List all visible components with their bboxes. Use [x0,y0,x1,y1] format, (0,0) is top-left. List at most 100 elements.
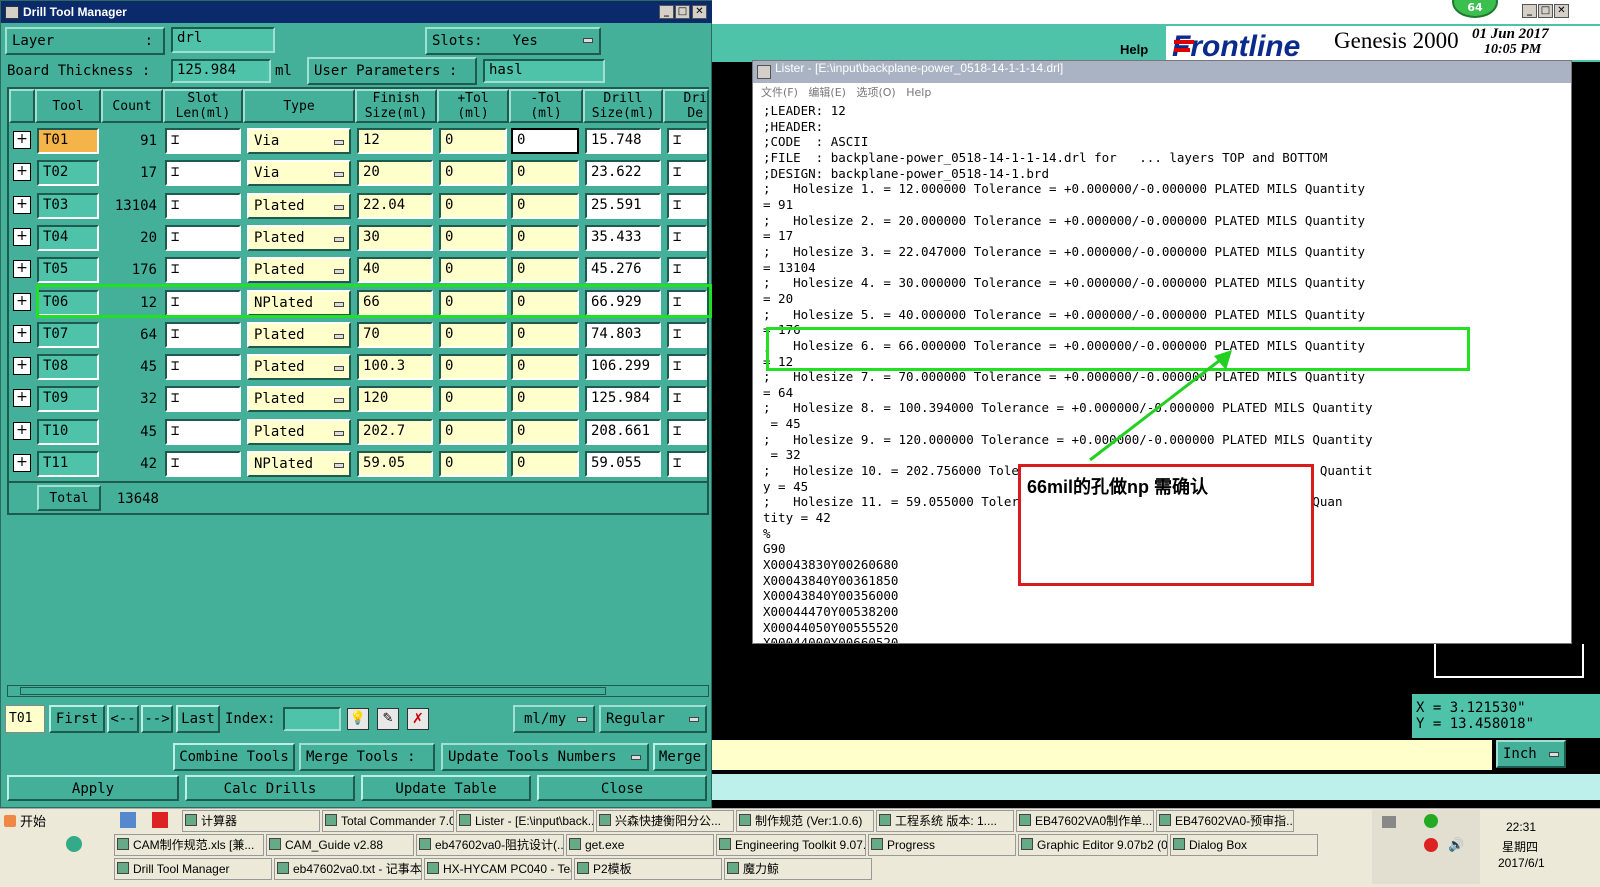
volume-icon[interactable]: 🔊 [1448,838,1464,853]
type-dropdown[interactable]: NPlated [247,451,351,477]
help-menu[interactable]: Help [1120,42,1148,57]
clock-time[interactable]: 22:31 [1506,820,1536,834]
finish-size-input[interactable]: 22.04 [357,192,433,219]
expand-icon[interactable]: + [13,389,31,408]
slot-len-input[interactable]: ⌶ [165,418,241,445]
table-row[interactable]: + T10 45 ⌶ Plated 202.7 0 0 208.661 ⌶ [9,416,709,448]
quick-launch-icon[interactable] [120,812,136,828]
drill-size-input[interactable]: 125.984 [585,386,661,413]
expand-icon[interactable]: + [13,163,31,182]
prev-button[interactable]: <-- [107,705,139,733]
minus-tol-input[interactable]: 0 [511,321,579,348]
drill-depth-input[interactable]: ⌶ [667,257,707,284]
drill-depth-input[interactable]: ⌶ [667,451,707,477]
edit-icon[interactable]: ✎ [377,708,399,730]
expand-icon[interactable]: + [13,454,31,472]
pdf-icon[interactable] [152,812,168,828]
expand-icon[interactable]: + [13,131,31,149]
type-dropdown[interactable]: Via [247,160,351,187]
genesis-close-button[interactable]: ✕ [1554,4,1569,18]
close-window-button[interactable]: ✕ [692,5,707,19]
expand-icon[interactable]: + [13,292,31,311]
taskbar-button[interactable]: EB47602VA0制作单.... [1016,810,1154,832]
tool-cell[interactable]: T01 [37,128,99,154]
table-row[interactable]: + T11 42 ⌶ NPlated 59.05 0 0 59.055 ⌶ [9,448,709,480]
menu-options[interactable]: 选项(O) [856,86,895,99]
calc-drills-button[interactable]: Calc Drills [185,775,355,801]
drill-size-input[interactable]: 45.276 [585,257,661,284]
taskbar-button[interactable]: CAM_Guide v2.88 [266,834,414,856]
keyboard-icon[interactable] [1382,816,1396,828]
delete-icon[interactable]: ✗ [407,708,429,730]
drill-depth-input[interactable]: ⌶ [667,418,707,445]
finish-size-input[interactable]: 30 [357,224,433,251]
drill-depth-input[interactable]: ⌶ [667,224,707,251]
menu-file[interactable]: 文件(F) [761,86,798,99]
type-dropdown[interactable]: Plated [247,386,351,413]
slot-len-input[interactable]: ⌶ [165,386,241,413]
tool-cell[interactable]: T11 [37,451,99,477]
type-dropdown[interactable]: Plated [247,354,351,381]
expand-icon[interactable]: + [13,195,31,214]
minus-tol-input[interactable]: 0 [511,451,579,477]
drill-size-input[interactable]: 35.433 [585,224,661,251]
taskbar-button[interactable]: 魔力鲸 [724,858,872,880]
table-row[interactable]: + T04 20 ⌶ Plated 30 0 0 35.433 ⌶ [9,222,709,254]
taskbar-button[interactable]: eb47602va0-阻抗设计(... [416,834,564,856]
tray-icon[interactable] [1424,838,1438,852]
minus-tol-input[interactable]: 0 [511,257,579,284]
minimize-button[interactable]: _ [659,5,674,19]
plus-tol-input[interactable]: 0 [439,192,507,219]
taskbar-button[interactable]: get.exe [566,834,714,856]
taskbar-button[interactable]: Engineering Toolkit 9.07... [716,834,866,856]
tool-cell[interactable]: T10 [37,418,99,445]
minus-tol-input[interactable]: 0 [511,160,579,187]
quick-launch-icon[interactable] [66,836,82,852]
units-selector[interactable]: ml/my [513,705,595,733]
drill-depth-input[interactable]: ⌶ [667,321,707,348]
taskbar-button[interactable]: P2模板 [574,858,722,880]
expand-icon[interactable]: + [13,421,31,440]
type-dropdown[interactable]: Via [247,128,351,154]
taskbar-button[interactable]: Total Commander 7.0... [322,810,454,832]
maximize-button[interactable]: □ [675,5,690,19]
first-button[interactable]: First [49,705,105,733]
taskbar-button[interactable]: eb47602va0.txt - 记事本 [274,858,422,880]
expand-icon[interactable]: + [13,324,31,343]
drill-size-input[interactable]: 59.055 [585,451,661,477]
slot-len-input[interactable]: ⌶ [165,224,241,251]
expand-icon[interactable]: + [13,227,31,246]
taskbar-button[interactable]: 兴森快捷衡阳分公... [596,810,734,832]
minus-tol-input[interactable]: 0 [511,386,579,413]
drill-size-input[interactable]: 25.591 [585,192,661,219]
plus-tol-input[interactable]: 0 [439,321,507,348]
mode-selector[interactable]: Regular [599,705,707,733]
last-button[interactable]: Last [176,705,220,733]
genesis-minimize-button[interactable]: _ [1522,4,1537,18]
expand-icon[interactable]: + [13,260,31,279]
taskbar-button[interactable]: Graphic Editor 9.07b2 (0... [1018,834,1168,856]
minus-tol-input[interactable]: 0 [511,224,579,251]
finish-size-input[interactable]: 100.3 [357,354,433,381]
index-field[interactable] [283,707,341,731]
table-row[interactable]: + T07 64 ⌶ Plated 70 0 0 74.803 ⌶ [9,319,709,351]
apply-button[interactable]: Apply [7,775,179,801]
plus-tol-input[interactable]: 0 [439,257,507,284]
taskbar-button[interactable]: EB47602VA0-预审指... [1156,810,1294,832]
minus-tol-input[interactable]: 0 [511,128,579,154]
slot-len-input[interactable]: ⌶ [165,192,241,219]
taskbar-button[interactable]: 计算器 [182,810,320,832]
finish-size-input[interactable]: 20 [357,160,433,187]
tool-cell[interactable]: T07 [37,321,99,348]
update-table-button[interactable]: Update Table [361,775,531,801]
next-button[interactable]: --> [141,705,173,733]
taskbar-button[interactable]: HX-HYCAM PC040 - Tea... [424,858,572,880]
menu-help[interactable]: Help [906,86,931,99]
drill-depth-input[interactable]: ⌶ [667,192,707,219]
combine-tools-button[interactable]: Combine Tools [173,743,295,771]
table-row[interactable]: + T09 32 ⌶ Plated 120 0 0 125.984 ⌶ [9,383,709,415]
taskbar-button[interactable]: Dialog Box [1170,834,1318,856]
slot-len-input[interactable]: ⌶ [165,160,241,187]
type-dropdown[interactable]: Plated [247,192,351,219]
minus-tol-input[interactable]: 0 [511,354,579,381]
